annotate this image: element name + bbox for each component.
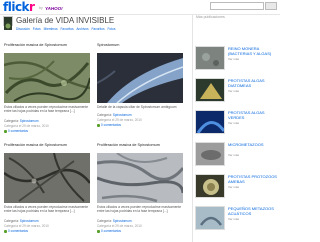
post-caption: Estos ciliados a veces pueden reproducir… bbox=[4, 205, 89, 213]
post-card: Proliferación masiva de Spirostomum Esto… bbox=[97, 143, 183, 242]
post-title[interactable]: Spirostomum bbox=[97, 43, 183, 47]
logo-text-flick: flick bbox=[3, 0, 30, 14]
post-date: Categoría el 29 de marzo, 2010 bbox=[4, 124, 49, 128]
thumbnail-image bbox=[196, 207, 224, 229]
post-comments[interactable]: 0 comentarios bbox=[4, 129, 28, 133]
sidebar-item-sub[interactable]: Ver más bbox=[228, 121, 239, 125]
group-avatar-icon bbox=[4, 22, 12, 30]
micrograph-image bbox=[97, 153, 183, 203]
post-card: Proliferación masiva de Spirostomum Esto… bbox=[4, 143, 90, 242]
sidebar-thumbnail[interactable] bbox=[195, 78, 225, 102]
sidebar-item-sub[interactable]: Ver más bbox=[228, 153, 239, 157]
comments-label: 0 comentarios bbox=[101, 123, 122, 127]
nav-link[interactable]: Fotos bbox=[33, 27, 41, 31]
sidebar-thumbnail[interactable] bbox=[195, 142, 225, 166]
nav-link[interactable]: Favoritos bbox=[60, 27, 73, 31]
logo-text-r: r bbox=[29, 0, 35, 14]
post-photo[interactable] bbox=[97, 53, 183, 103]
sidebar-thumbnail[interactable] bbox=[195, 174, 225, 198]
post-title[interactable]: Proliferación masiva de Spirostomum bbox=[97, 143, 183, 147]
category-label: Categoría: bbox=[4, 219, 19, 223]
sidebar-item-label[interactable]: PEQUEÑOS METAZOOS ACUÁTICOS bbox=[228, 206, 278, 216]
comment-icon bbox=[97, 123, 100, 127]
search-input[interactable] bbox=[210, 2, 264, 10]
flickr-logo[interactable]: flickr bbox=[3, 0, 35, 14]
comment-icon bbox=[4, 129, 7, 133]
thumbnail-image bbox=[196, 175, 224, 197]
category-link[interactable]: Spirostomum bbox=[20, 119, 39, 123]
sidebar-thumbnail[interactable] bbox=[195, 206, 225, 230]
post-date: Categoría el 29 de marzo, 2010 bbox=[4, 224, 49, 228]
nav-link[interactable]: Discusión bbox=[16, 27, 30, 31]
logo-by: by bbox=[39, 6, 43, 10]
comments-label: 0 comentarios bbox=[101, 229, 122, 233]
group-avatar[interactable] bbox=[3, 16, 13, 30]
category-link[interactable]: Spirostomum bbox=[113, 113, 132, 117]
micrograph-image bbox=[4, 53, 90, 103]
sidebar-item[interactable]: MICROMETAZOOS Ver más bbox=[193, 142, 281, 172]
sidebar-item-sub[interactable]: Ver más bbox=[228, 57, 239, 61]
sidebar-item-label[interactable]: PROTISTAS PROTOZOOS AMEBAS bbox=[228, 174, 278, 184]
category-label: Categoría: bbox=[97, 113, 112, 117]
micrograph-image bbox=[97, 53, 183, 103]
post-caption: Estos ciliados a veces pueden reproducir… bbox=[4, 105, 89, 113]
post-caption: Detalle de la cápsula ciliar de Spirosto… bbox=[97, 105, 177, 109]
thumbnail-image bbox=[196, 111, 224, 133]
category-link[interactable]: Spirostomum bbox=[20, 219, 39, 223]
sidebar-item-label[interactable]: PROTISTAS ALGAS DIATOMEAS bbox=[228, 78, 278, 88]
category-link[interactable]: Spirostomum bbox=[113, 219, 132, 223]
sidebar-thumbnail[interactable] bbox=[195, 46, 225, 70]
post-comments[interactable]: 0 comentarios bbox=[4, 229, 28, 233]
group-title: Galería de VIDA INVISIBLE bbox=[16, 16, 115, 25]
thumbnail-image bbox=[196, 79, 224, 101]
category-label: Categoría: bbox=[97, 219, 112, 223]
post-photo[interactable] bbox=[97, 153, 183, 203]
thumbnail-image bbox=[196, 143, 224, 165]
comments-label: 0 comentarios bbox=[8, 229, 29, 233]
yahoo-logo: YAHOO! bbox=[45, 5, 63, 11]
search-button[interactable] bbox=[265, 2, 277, 10]
post-photo[interactable] bbox=[4, 153, 90, 203]
sidebar-item-sub[interactable]: Ver más bbox=[228, 185, 239, 189]
comments-label: 0 comentarios bbox=[8, 129, 29, 133]
sidebar-item[interactable]: PROTISTAS PROTOZOOS AMEBAS Ver más bbox=[193, 174, 281, 204]
micrograph-image bbox=[4, 153, 90, 203]
post-card: Spirostomum Detalle de la cápsula ciliar… bbox=[97, 43, 183, 138]
group-nav: Discusión Fotos Miembros Favoritos Archi… bbox=[16, 27, 117, 31]
comment-icon bbox=[4, 229, 7, 233]
post-category: Categoría: Spirostomum bbox=[97, 113, 132, 117]
nav-link[interactable]: Archivos bbox=[76, 27, 88, 31]
sidebar-item-label[interactable]: MICROMETAZOOS bbox=[228, 142, 278, 148]
sidebar-heading: Más publicaciones bbox=[196, 15, 225, 19]
post-comments[interactable]: 0 comentarios bbox=[97, 123, 121, 127]
post-date: Categoría el 29 de marzo, 2010 bbox=[97, 224, 142, 228]
sidebar-item-sub[interactable]: Ver más bbox=[228, 217, 239, 221]
sidebar-item[interactable]: PROTISTAS ALGAS VERDES Ver más bbox=[193, 110, 281, 140]
post-category: Categoría: Spirostomum bbox=[4, 119, 39, 123]
post-date: Categoría el 29 de marzo, 2010 bbox=[97, 118, 142, 122]
top-bar: flickr by YAHOO! bbox=[0, 0, 280, 14]
sidebar-item-label[interactable]: PROTISTAS ALGAS VERDES bbox=[228, 110, 278, 120]
post-card: Proliferación masiva de Spirostomum Esto… bbox=[4, 43, 90, 138]
sidebar-item[interactable]: PROTISTAS ALGAS DIATOMEAS Ver más bbox=[193, 78, 281, 108]
sidebar-thumbnail[interactable] bbox=[195, 110, 225, 134]
nav-link[interactable]: Miembros bbox=[44, 27, 58, 31]
sidebar-item[interactable]: REINO MONERA (BACTERIAS Y ALGAS) Ver más bbox=[193, 46, 281, 76]
sidebar-item-label[interactable]: REINO MONERA (BACTERIAS Y ALGAS) bbox=[228, 46, 278, 56]
thumbnail-image bbox=[196, 47, 224, 69]
post-title[interactable]: Proliferación masiva de Spirostomum bbox=[4, 143, 90, 147]
post-category: Categoría: Spirostomum bbox=[97, 219, 132, 223]
nav-link[interactable]: Fotos bbox=[107, 27, 115, 31]
post-caption: Estos ciliados a veces pueden reproducir… bbox=[97, 205, 182, 213]
post-category: Categoría: Spirostomum bbox=[4, 219, 39, 223]
post-comments[interactable]: 0 comentarios bbox=[97, 229, 121, 233]
post-title[interactable]: Proliferación masiva de Spirostomum bbox=[4, 43, 90, 47]
post-photo[interactable] bbox=[4, 53, 90, 103]
sidebar-item-sub[interactable]: Ver más bbox=[228, 89, 239, 93]
comment-icon bbox=[97, 229, 100, 233]
sidebar-item[interactable]: PEQUEÑOS METAZOOS ACUÁTICOS Ver más bbox=[193, 206, 281, 236]
category-label: Categoría: bbox=[4, 119, 19, 123]
nav-link[interactable]: Favoritos bbox=[91, 27, 104, 31]
sidebar: Más publicaciones REINO MONERA (BACTERIA… bbox=[192, 14, 280, 242]
